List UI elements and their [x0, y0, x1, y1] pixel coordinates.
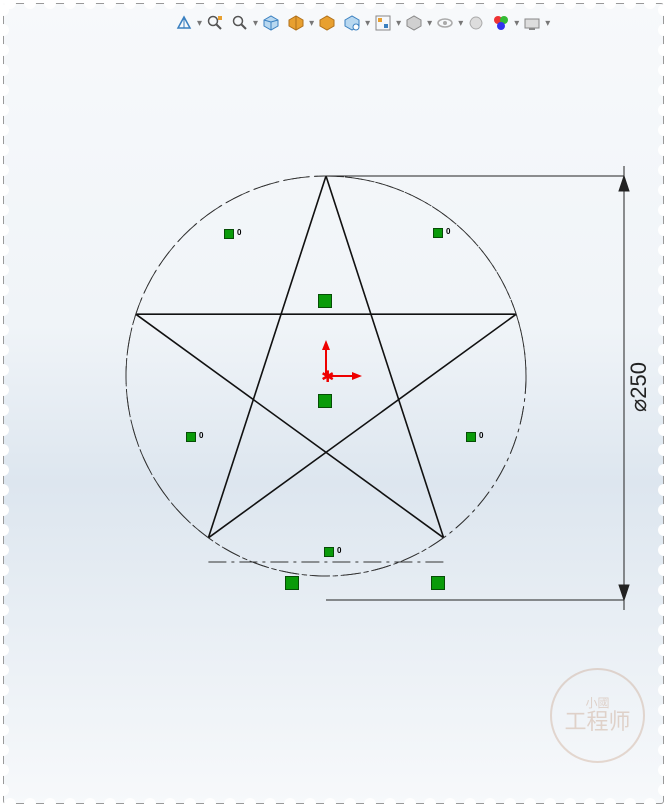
toolbar-separator: ▾: [514, 18, 519, 29]
section-view-icon[interactable]: [286, 13, 306, 33]
apply-scene-icon[interactable]: [404, 13, 424, 33]
diameter-dimension[interactable]: [326, 166, 629, 610]
arc-constraint-label: 0: [479, 431, 483, 440]
arc-constraint-icon[interactable]: [186, 432, 196, 442]
arc-constraint-icon[interactable]: [324, 547, 334, 557]
screen-capture-icon[interactable]: [522, 13, 542, 33]
arc-constraint-icon[interactable]: [466, 432, 476, 442]
zoom-area-icon[interactable]: [230, 13, 250, 33]
origin-marker: ✱: [321, 340, 362, 386]
arc-constraint-label: 0: [237, 228, 241, 237]
relation-constraint-icon[interactable]: [431, 576, 445, 590]
svg-text:✱: ✱: [321, 369, 334, 386]
hide-show-icon[interactable]: [342, 13, 362, 33]
toolbar-separator: ▾: [545, 18, 550, 29]
toolbar-separator: ▾: [197, 18, 202, 29]
toolbar-separator: ▾: [253, 18, 258, 29]
display-style-icon[interactable]: [317, 13, 337, 33]
equal-constraint-icon[interactable]: [285, 576, 299, 590]
relation-constraint-icon[interactable]: [318, 394, 332, 408]
view-orientation-icon[interactable]: [174, 13, 194, 33]
arc-constraint-label: 0: [337, 546, 341, 555]
edit-appearance-icon[interactable]: [373, 13, 393, 33]
app-frame: ▾ ▾ ▾ ▾ ▾ ▾ ▾: [3, 3, 664, 804]
arc-constraint-label: 0: [446, 227, 450, 236]
equal-constraint-icon[interactable]: [318, 294, 332, 308]
view-toolbar: ▾ ▾ ▾ ▾ ▾ ▾ ▾: [174, 10, 548, 36]
toolbar-separator: ▾: [458, 18, 463, 29]
arc-constraint-label: 0: [199, 431, 203, 440]
sketch-canvas: ✱: [4, 34, 664, 804]
view-settings-icon[interactable]: [435, 13, 455, 33]
toolbar-separator: ▾: [427, 18, 432, 29]
graphics-viewport[interactable]: ✱ ⌀250 0 0 0 0 0: [4, 34, 663, 803]
zoom-fit-icon[interactable]: [205, 13, 225, 33]
toolbar-separator: ▾: [396, 18, 401, 29]
toolbar-separator: ▾: [309, 18, 314, 29]
hide-all-icon[interactable]: [466, 13, 486, 33]
arc-constraint-icon[interactable]: [224, 229, 234, 239]
arc-constraint-icon[interactable]: [433, 228, 443, 238]
previous-view-icon[interactable]: [261, 13, 281, 33]
toolbar-separator: ▾: [365, 18, 370, 29]
planes-icon[interactable]: [491, 13, 511, 33]
diameter-dimension-label[interactable]: ⌀250: [626, 362, 652, 412]
